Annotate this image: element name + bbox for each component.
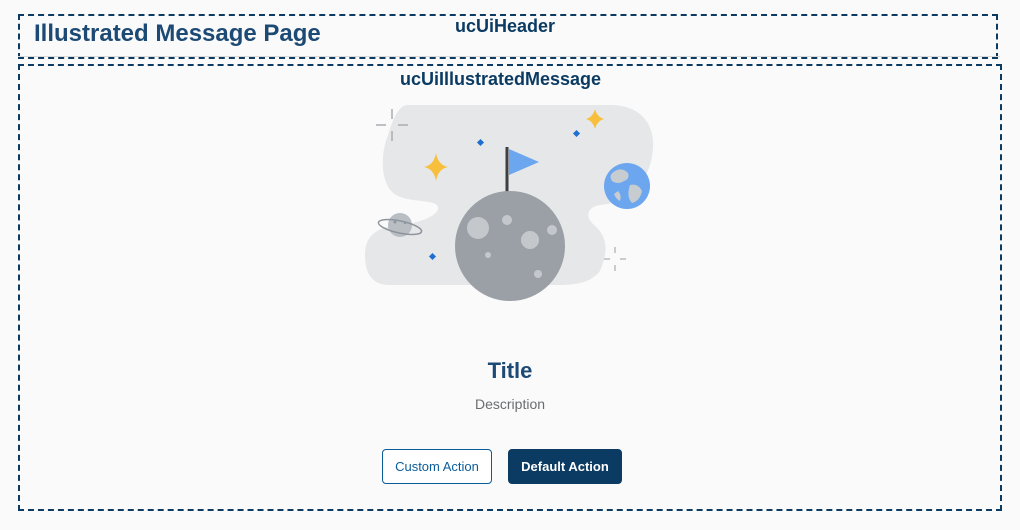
header-component-label: ucUiHeader [455,16,556,36]
illustrated-message-page: Illustrated Message Page ucUiHeader ucUi… [0,0,1020,530]
sparkle-crosshair-icon [604,247,626,271]
custom-action-button[interactable]: Custom Action [382,449,492,484]
illustrated-message-component-label: ucUiIllustratedMessage [400,69,602,89]
illustration [365,105,654,301]
globe-icon [604,163,650,209]
moon-icon [455,191,565,301]
default-action-label: Default Action [521,459,609,474]
custom-action-label: Custom Action [395,459,479,474]
message-description: Description [474,396,546,412]
message-title: Title [487,358,533,383]
page-title: Illustrated Message Page [34,20,321,47]
header-divider [18,56,1000,57]
default-action-button[interactable]: Default Action [508,449,622,484]
